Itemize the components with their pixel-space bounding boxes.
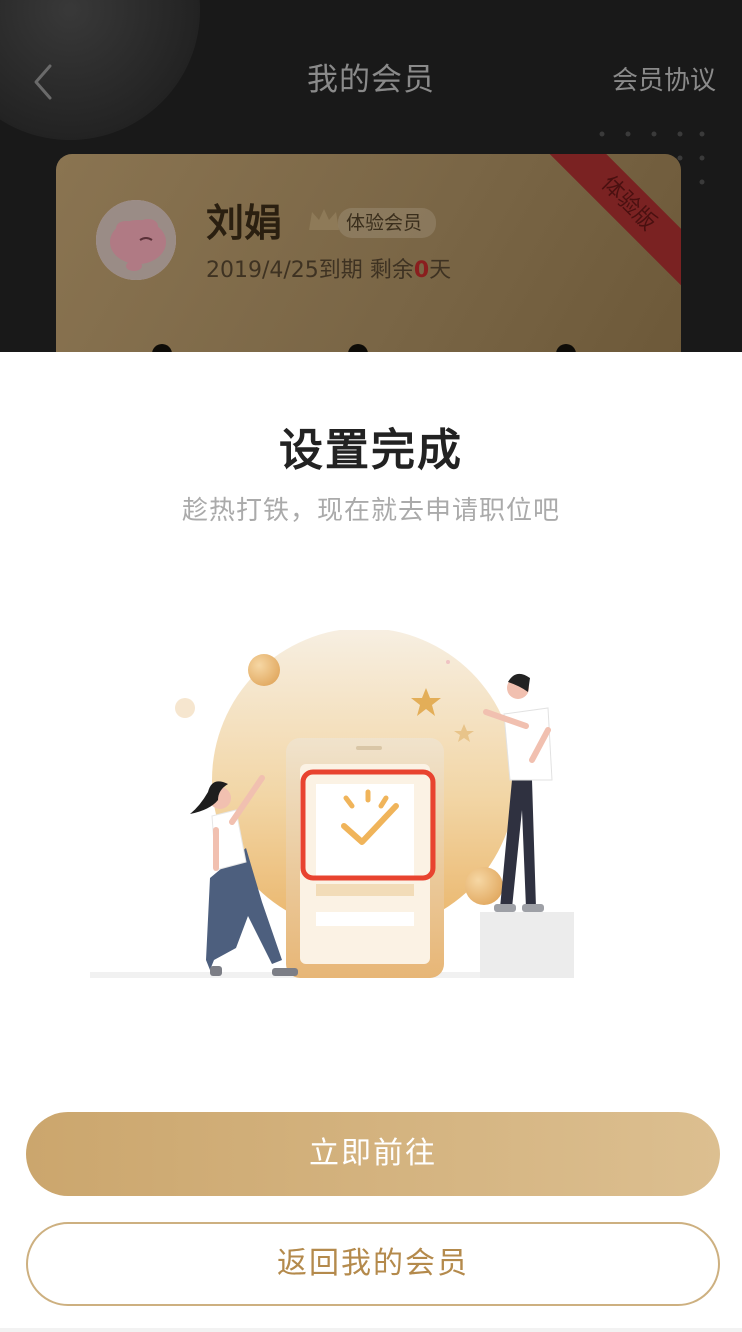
avatar (96, 200, 176, 280)
membership-badge: 体验会员 (338, 208, 437, 238)
user-name: 刘娟 (206, 201, 283, 245)
completion-sheet: 设置完成 趁热打铁，现在就去申请职位吧 立即前往 返回我的会员 (0, 352, 742, 1332)
card-indicator-dot (348, 344, 368, 352)
expiry-info: 2019/4/25到期 剩余0天 (206, 252, 451, 284)
member-agreement-link[interactable]: 会员协议 (612, 60, 716, 97)
remaining-days: 0 (413, 258, 430, 283)
back-to-membership-button[interactable]: 返回我的会员 (26, 1222, 720, 1306)
sheet-title: 设置完成 (279, 425, 463, 476)
member-page-background: 我的会员 会员协议 体验版 刘娟 体验会员 2019/4/25到期 剩余0天 (0, 0, 742, 352)
remaining-label: 剩余 (369, 258, 414, 283)
navigation-bar: 我的会员 会员协议 (0, 40, 742, 116)
expiry-date: 2019/4/25到期 (206, 258, 363, 283)
remaining-unit: 天 (429, 258, 452, 283)
go-now-button[interactable]: 立即前往 (26, 1112, 720, 1196)
crown-icon (306, 206, 342, 234)
card-indicator-dot (152, 344, 172, 352)
card-indicator-dot (556, 344, 576, 352)
sheet-subtitle: 趁热打铁，现在就去申请职位吧 (181, 496, 560, 526)
bottom-divider (0, 1328, 742, 1332)
member-card: 体验版 刘娟 体验会员 2019/4/25到期 剩余0天 (56, 154, 681, 352)
completion-illustration (90, 630, 574, 978)
trial-ribbon: 体验版 (539, 154, 681, 293)
